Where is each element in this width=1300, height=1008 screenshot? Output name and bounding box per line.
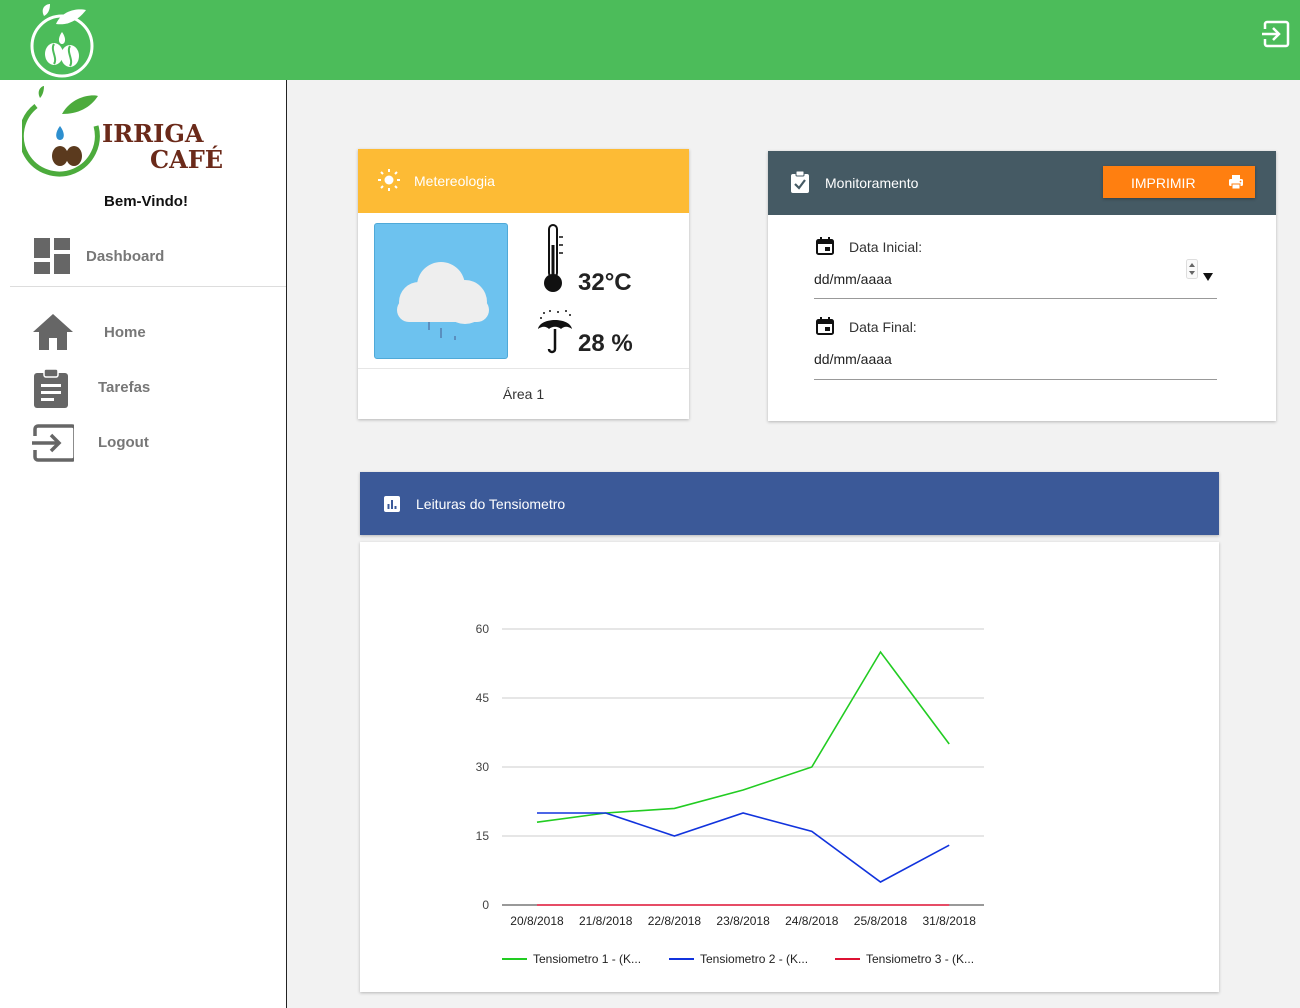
sidebar-item-tarefas[interactable]: Tarefas <box>0 367 286 413</box>
sidebar-item-label: Home <box>104 324 146 341</box>
start-date-label: Data Inicial: <box>849 239 923 255</box>
weather-image <box>374 223 508 359</box>
weather-card: Metereologia 32°C 28 % Área 1 <box>358 149 689 419</box>
monitoring-card-header: Monitoramento IMPRIMIR <box>768 151 1276 215</box>
dashboard-icon <box>34 238 70 274</box>
clipboard-icon <box>34 368 68 408</box>
sidebar-divider <box>10 286 286 287</box>
sidebar-item-label: Tarefas <box>98 379 151 396</box>
sidebar: IRRIGA CAFÉ Bem-Vindo! Dashboard Home Ta… <box>0 80 287 1008</box>
calendar-icon <box>816 317 834 335</box>
area-label: Área 1 <box>502 386 545 402</box>
end-date-label: Data Final: <box>849 319 917 335</box>
chart-card <box>360 542 1219 992</box>
chart-panel-title: Leituras do Tensiometro <box>416 496 566 512</box>
spinner-icon[interactable] <box>1186 259 1198 279</box>
coffee-leaf-logo-icon <box>30 4 94 78</box>
weather-title: Metereologia <box>414 173 495 189</box>
top-bar <box>0 0 1300 80</box>
exit-icon[interactable] <box>1261 19 1291 49</box>
home-icon <box>33 314 73 350</box>
chart-panel-header: Leituras do Tensiometro <box>360 472 1219 535</box>
humidity-value: 28 % <box>578 330 633 357</box>
printer-icon <box>1229 175 1243 190</box>
sun-icon <box>378 169 400 191</box>
sidebar-item-home[interactable]: Home <box>0 312 286 358</box>
end-date-underline <box>814 379 1217 380</box>
monitoring-title: Monitoramento <box>825 175 919 191</box>
thermometer-icon <box>544 224 563 292</box>
calendar-icon <box>816 237 834 255</box>
sidebar-item-label: Dashboard <box>86 248 165 265</box>
weather-card-header: Metereologia <box>358 149 689 213</box>
rain-cloud-icon <box>397 262 489 340</box>
print-button-label: IMPRIMIR <box>1131 175 1196 191</box>
monitoring-card: Monitoramento IMPRIMIR Data Inicial: dd/… <box>768 151 1276 421</box>
weather-card-divider <box>358 368 689 369</box>
svg-text:IRRIGA: IRRIGA <box>102 119 204 148</box>
print-button[interactable]: IMPRIMIR <box>1103 166 1255 198</box>
sidebar-item-label: Logout <box>98 434 149 451</box>
umbrella-icon <box>538 310 572 354</box>
svg-text:CAFÉ: CAFÉ <box>150 145 222 174</box>
welcome-text: Bem-Vindo! <box>104 193 188 210</box>
temperature-value: 32°C <box>578 269 632 296</box>
irriga-cafe-logo: IRRIGA CAFÉ <box>22 86 222 177</box>
bar-chart-icon <box>384 496 400 512</box>
sidebar-item-logout[interactable]: Logout <box>0 422 286 468</box>
start-date-underline <box>814 298 1217 299</box>
end-date-input[interactable]: dd/mm/aaaa <box>814 351 892 367</box>
sidebar-item-dashboard[interactable]: Dashboard <box>0 236 286 282</box>
logout-icon <box>32 424 74 462</box>
dropdown-arrow-icon[interactable] <box>1203 273 1213 281</box>
start-date-input[interactable]: dd/mm/aaaa <box>814 271 892 287</box>
clipboard-check-icon <box>791 171 809 193</box>
